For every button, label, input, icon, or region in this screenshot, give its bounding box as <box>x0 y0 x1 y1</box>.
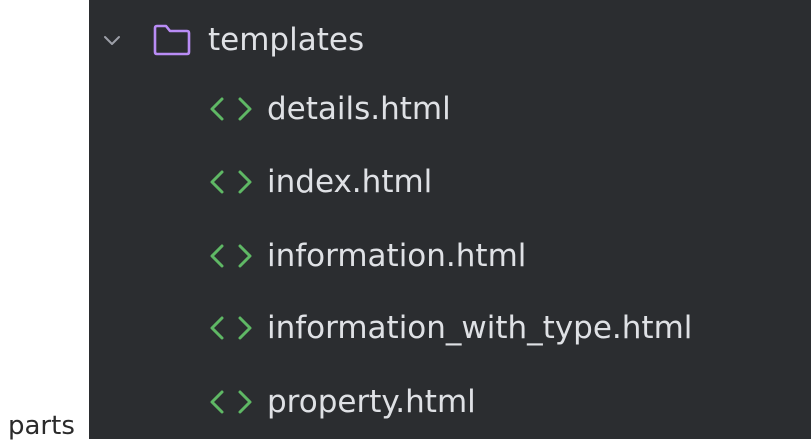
tree-file-item[interactable]: index.html <box>89 147 811 217</box>
parts-label: parts <box>8 411 75 441</box>
file-name: information_with_type.html <box>267 310 693 346</box>
folder-name: templates <box>208 22 365 58</box>
file-name: details.html <box>267 91 451 127</box>
file-name: index.html <box>267 164 433 200</box>
html-file-icon <box>210 244 252 268</box>
chevron-down-icon[interactable] <box>103 32 121 50</box>
file-name: property.html <box>267 384 476 420</box>
tree-file-item[interactable]: details.html <box>89 74 811 144</box>
folder-icon <box>153 24 191 56</box>
html-file-icon <box>210 390 252 414</box>
html-file-icon <box>210 97 252 121</box>
tree-folder-templates[interactable]: templates <box>89 8 811 78</box>
tree-file-item[interactable]: information_with_type.html <box>89 293 811 363</box>
tree-file-item[interactable]: property.html <box>89 367 811 437</box>
html-file-icon <box>210 316 252 340</box>
html-file-icon <box>210 170 252 194</box>
project-tree-panel: templates details.html index.html inform… <box>89 0 811 439</box>
file-name: information.html <box>267 238 527 274</box>
tree-file-item[interactable]: information.html <box>89 221 811 291</box>
